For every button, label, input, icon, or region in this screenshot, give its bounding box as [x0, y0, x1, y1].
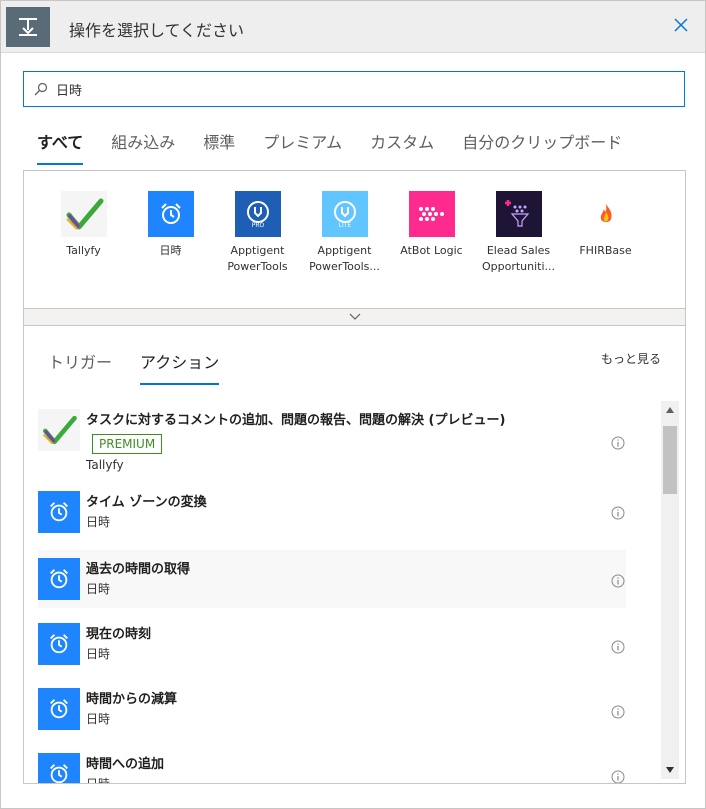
- connector-label: FHIRBase: [579, 244, 632, 257]
- dialog-title: 操作を選択してください: [69, 21, 245, 40]
- action-title: 過去の時間の取得: [86, 562, 191, 577]
- tab-my-clipboard[interactable]: 自分のクリップボード: [462, 129, 622, 165]
- list-item[interactable]: タイム ゾーンの変換 日時: [38, 491, 626, 541]
- action-title: 時間からの減算: [86, 692, 178, 707]
- dialog-header: 操作を選択してください: [1, 1, 705, 53]
- expand-connectors-button[interactable]: [24, 308, 685, 326]
- scrollbar[interactable]: [661, 401, 679, 779]
- apptigent-pro-icon: PRO: [234, 191, 281, 237]
- info-icon[interactable]: [610, 639, 626, 655]
- results-panel: Tallyfy 日時 PRO Apptigent PowerTools LITE…: [23, 170, 686, 784]
- trigger-step-icon: [6, 7, 50, 47]
- connector-grid: Tallyfy 日時 PRO Apptigent PowerTools LITE…: [24, 171, 685, 308]
- connector-label: AtBot Logic: [400, 244, 463, 257]
- elead-funnel-icon: [495, 191, 542, 237]
- tab-standard[interactable]: 標準: [203, 129, 235, 165]
- connector-datetime[interactable]: 日時: [127, 191, 214, 308]
- connector-atbot-logic[interactable]: AtBot Logic: [388, 191, 475, 308]
- tab-actions[interactable]: アクション: [140, 349, 220, 385]
- tallyfy-check-icon: [60, 191, 107, 237]
- fhirbase-flame-icon: [583, 191, 629, 237]
- svg-text:LITE: LITE: [338, 222, 351, 229]
- alarm-clock-icon: [38, 491, 80, 533]
- action-title: タスクに対するコメントの追加、問題の報告、問題の解決 (プレビュー): [86, 413, 506, 428]
- tab-triggers[interactable]: トリガー: [48, 349, 112, 385]
- action-connector: 日時: [86, 647, 111, 661]
- tallyfy-check-icon: [38, 409, 80, 451]
- close-button[interactable]: [669, 13, 693, 37]
- see-more-link[interactable]: もっと見る: [601, 350, 661, 367]
- tab-builtin[interactable]: 組み込み: [111, 129, 175, 165]
- connector-tallyfy[interactable]: Tallyfy: [40, 191, 127, 308]
- tab-custom[interactable]: カスタム: [370, 129, 434, 165]
- action-connector: Tallyfy: [86, 458, 124, 472]
- tab-all[interactable]: すべて: [37, 129, 84, 165]
- premium-badge: PREMIUM: [92, 434, 163, 454]
- connector-elead-sales[interactable]: Elead Sales Opportuniti...: [475, 191, 562, 308]
- chevron-down-icon: [349, 313, 360, 320]
- atbot-logic-icon: [408, 191, 455, 237]
- alarm-clock-icon: [147, 191, 194, 237]
- caret-down-icon: [666, 767, 674, 773]
- connector-apptigent-powertools-lite[interactable]: LITE Apptigent PowerTools...: [301, 191, 388, 308]
- category-tabs: すべて 組み込み 標準 プレミアム カスタム 自分のクリップボード: [37, 129, 650, 165]
- list-item[interactable]: 現在の時刻 日時: [38, 623, 626, 673]
- list-item[interactable]: タスクに対するコメントの追加、問題の報告、問題の解決 (プレビュー) PREMI…: [38, 409, 626, 475]
- connector-fhirbase[interactable]: FHIRBase: [562, 191, 649, 308]
- action-list: タスクに対するコメントの追加、問題の報告、問題の解決 (プレビュー) PREMI…: [24, 401, 656, 783]
- svg-text:PRO: PRO: [251, 222, 264, 229]
- action-connector: 日時: [86, 775, 110, 783]
- connector-label: Apptigent PowerTools: [227, 244, 288, 273]
- alarm-clock-icon: [38, 558, 80, 600]
- apptigent-lite-icon: LITE: [321, 191, 368, 237]
- action-connector: 日時: [86, 515, 111, 529]
- connector-label: 日時: [159, 244, 182, 257]
- alarm-clock-icon: [38, 753, 80, 783]
- alarm-clock-icon: [38, 688, 80, 730]
- search-icon: [34, 82, 48, 96]
- action-title: タイム ゾーンの変換: [86, 495, 207, 510]
- list-item[interactable]: 時間への追加 日時: [38, 753, 626, 783]
- action-title: 現在の時刻: [86, 627, 152, 642]
- info-icon[interactable]: [610, 769, 626, 783]
- caret-up-icon: [666, 407, 674, 413]
- action-connector: 日時: [86, 712, 111, 726]
- close-icon: [674, 18, 688, 32]
- scrollbar-thumb[interactable]: [663, 426, 677, 494]
- info-icon[interactable]: [610, 573, 626, 589]
- info-icon[interactable]: [610, 704, 626, 720]
- connector-apptigent-powertools[interactable]: PRO Apptigent PowerTools: [214, 191, 301, 308]
- action-connector: 日時: [86, 582, 111, 596]
- action-title: 時間への追加: [86, 757, 165, 772]
- info-icon[interactable]: [610, 505, 626, 521]
- info-icon[interactable]: [610, 435, 626, 451]
- list-item[interactable]: 時間からの減算 日時: [38, 688, 626, 738]
- connector-label: Tallyfy: [66, 244, 101, 257]
- list-item[interactable]: 過去の時間の取得 日時: [38, 550, 626, 608]
- action-picker-dialog: 操作を選択してください すべて 組み込み 標準 プレミアム カスタム 自分のクリ…: [0, 0, 706, 809]
- tab-premium[interactable]: プレミアム: [263, 129, 342, 165]
- alarm-clock-icon: [38, 623, 80, 665]
- scroll-down-button[interactable]: [661, 761, 679, 779]
- trigger-action-tabs: トリガー アクション: [48, 349, 247, 385]
- connector-label: Apptigent PowerTools...: [309, 244, 380, 273]
- search-box[interactable]: [23, 71, 685, 107]
- connector-label: Elead Sales Opportuniti...: [481, 244, 556, 273]
- search-input[interactable]: [54, 80, 654, 98]
- scroll-up-button[interactable]: [661, 401, 679, 419]
